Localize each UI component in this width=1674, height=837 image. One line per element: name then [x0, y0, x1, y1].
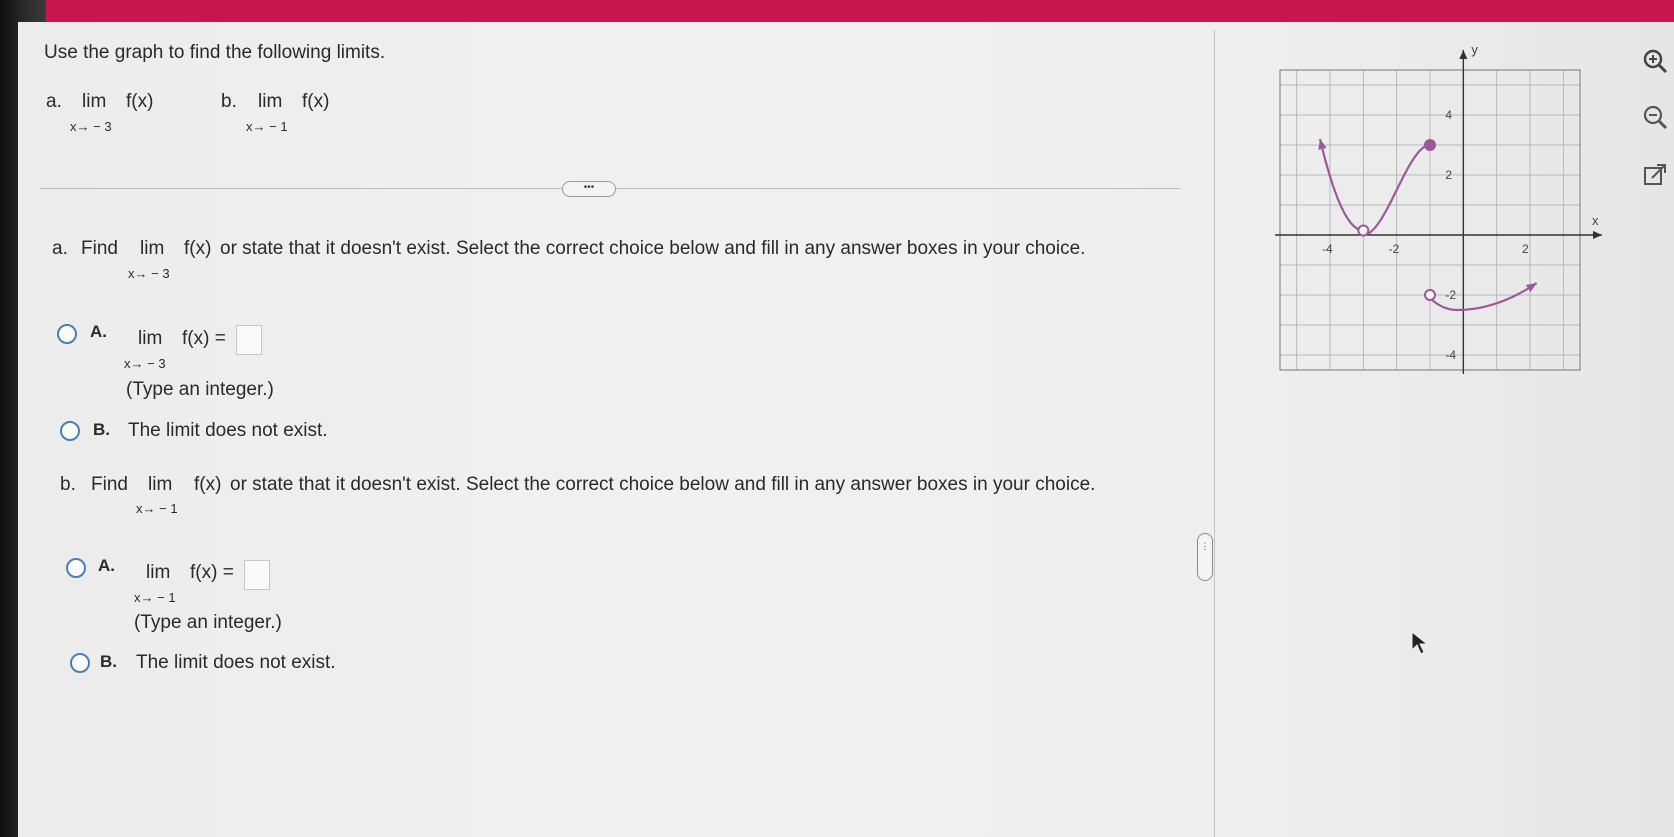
external-link-icon[interactable]	[1640, 160, 1670, 190]
part-a-letter: a.	[46, 91, 62, 112]
qa-option-a-hint: (Type an integer.)	[126, 379, 274, 400]
qb-instructions: or state that it doesn't exist. Select t…	[230, 474, 1096, 495]
qa-option-b-text: The limit does not exist.	[128, 420, 328, 441]
open-point-left	[1357, 224, 1370, 237]
graph-grid	[1279, 69, 1581, 371]
qa-option-b-radio[interactable]	[60, 421, 80, 441]
qa-find: Find	[81, 238, 118, 259]
function-graph: x y -4 -2 2 4 2 -2 -4	[1275, 42, 1602, 374]
zoom-in-icon[interactable]	[1640, 46, 1670, 76]
y-axis-arrowhead	[1459, 50, 1468, 59]
qb-option-a-hint: (Type an integer.)	[134, 612, 282, 633]
y-tick-label: 2	[1445, 168, 1452, 182]
qa-answer-input[interactable]	[236, 325, 262, 355]
qb-lim: lim	[148, 474, 173, 495]
y-tick-label: 4	[1445, 108, 1452, 122]
qa-lim: lim	[140, 238, 165, 259]
qa-letter: a.	[52, 238, 68, 259]
expand-handle[interactable]: •••	[562, 181, 616, 197]
question-prompt: Use the graph to find the following limi…	[44, 42, 386, 63]
y-tick-label: -2	[1445, 288, 1456, 302]
qa-func: f(x)	[184, 238, 212, 259]
open-point-bottom	[1424, 289, 1436, 301]
qa-option-a-label: A.	[90, 322, 107, 341]
qb-approach: x→ − 1	[136, 501, 178, 516]
x-tick-label: -4	[1322, 242, 1333, 256]
part-b-func: f(x)	[302, 91, 330, 112]
qb-option-a-lim: lim	[146, 562, 171, 583]
top-bar	[0, 0, 1674, 22]
part-a-func: f(x)	[126, 91, 154, 112]
zoom-out-icon[interactable]	[1640, 102, 1670, 132]
qb-func: f(x)	[194, 474, 222, 495]
qb-option-b-label: B.	[100, 652, 117, 671]
qb-letter: b.	[60, 474, 76, 495]
part-a-lim: lim	[82, 91, 107, 112]
part-b-approach: x→ − 1	[246, 119, 288, 134]
qb-option-a-approach: x→ − 1	[134, 590, 176, 605]
qb-option-b-radio[interactable]	[70, 653, 90, 673]
closed-point-top	[1424, 139, 1436, 151]
qb-find: Find	[91, 474, 128, 495]
x-axis-arrowhead	[1593, 231, 1602, 239]
y-axis-label: y	[1471, 42, 1478, 57]
curve-right-arrow	[1525, 283, 1537, 293]
part-a-approach: x→ − 3	[70, 119, 112, 134]
qa-option-a-approach: x→ − 3	[124, 356, 166, 371]
splitter-handle[interactable]: ⋮	[1197, 533, 1213, 581]
qb-answer-input[interactable]	[244, 560, 270, 590]
qa-option-a-radio[interactable]	[57, 324, 77, 344]
qb-option-a-radio[interactable]	[66, 558, 86, 578]
qa-approach: x→ − 3	[128, 266, 170, 281]
qa-option-a-expr: f(x) =	[182, 328, 226, 349]
x-tick-label: 2	[1522, 242, 1529, 256]
qb-option-b-text: The limit does not exist.	[136, 652, 336, 673]
x-tick-label: -2	[1389, 242, 1400, 256]
part-b-lim: lim	[258, 91, 283, 112]
qb-option-a-expr: f(x) =	[190, 562, 234, 583]
y-tick-label: -4	[1445, 348, 1456, 362]
curve-left-branch	[1318, 138, 1431, 237]
qa-option-b-label: B.	[93, 420, 110, 439]
mouse-cursor-icon	[1411, 630, 1429, 655]
qa-instructions: or state that it doesn't exist. Select t…	[220, 238, 1086, 259]
qa-option-a-lim: lim	[138, 328, 163, 349]
part-b-letter: b.	[221, 91, 237, 112]
x-axis-label: x	[1592, 213, 1599, 228]
qb-option-a-label: A.	[98, 556, 115, 575]
panel-splitter	[1214, 30, 1215, 837]
